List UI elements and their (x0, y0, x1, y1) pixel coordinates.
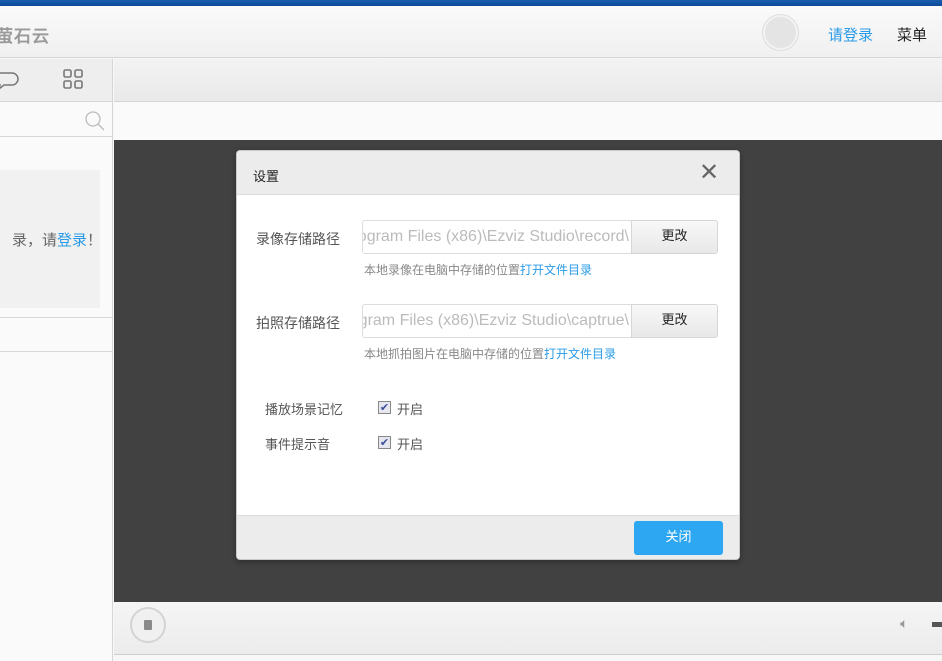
event-sound-option: 开启 (397, 438, 424, 453)
video-header-bar (114, 102, 942, 140)
stop-button[interactable] (130, 607, 166, 643)
dialog-footer: 关闭 (237, 515, 739, 559)
avatar[interactable] (763, 15, 798, 50)
scene-memory-checkbox[interactable]: ✔ (378, 401, 391, 414)
capture-open-folder-link[interactable]: 打开文件目录 (544, 347, 616, 361)
record-change-button[interactable]: 更改 (631, 220, 718, 254)
capture-change-button[interactable]: 更改 (631, 304, 718, 338)
header: 萤石云 请登录 菜单 (0, 6, 942, 58)
login-link[interactable]: 请登录 (828, 24, 873, 45)
login-notice: 录，请登录！ (0, 170, 102, 308)
event-sound-checkbox[interactable]: ✔ (378, 436, 391, 449)
menu-button[interactable]: 菜单 (897, 24, 927, 45)
record-hint: 本地录像在电脑中存储的位置 (364, 263, 521, 277)
close-icon[interactable]: ✕ (699, 160, 719, 184)
settings-dialog: 设置 ✕ 录像存储路径 ‎C:\Program Files (x86)\Ezvi… (236, 150, 740, 560)
toolbar (114, 59, 942, 102)
dialog-header: 设置 ✕ (237, 151, 739, 195)
notice-text: 录，请 (11, 231, 57, 249)
divider (0, 351, 113, 352)
dialog-title: 设置 (253, 170, 280, 185)
logo: 萤石云 (0, 27, 50, 47)
record-path-input[interactable]: ‎C:\Program Files (x86)\Ezviz Studio\rec… (362, 220, 632, 254)
record-open-folder-link[interactable]: 打开文件目录 (520, 263, 592, 277)
sidebar-tabs (0, 59, 113, 102)
notice-login-link[interactable]: 登录 (57, 231, 87, 249)
capture-hint: 本地抓拍图片在电脑中存储的位置 (364, 347, 545, 361)
search-icon[interactable] (84, 110, 106, 132)
capture-path-input[interactable]: ‎C:\Program Files (x86)\Ezviz Studio\cap… (362, 304, 632, 338)
stop-icon (144, 620, 152, 630)
scene-memory-option: 开启 (397, 403, 424, 418)
divider (0, 317, 113, 318)
search-input[interactable] (0, 102, 113, 137)
record-path-label: 录像存储路径 (256, 232, 340, 248)
chat-icon[interactable] (0, 69, 20, 93)
scene-memory-label: 播放场景记忆 (265, 403, 344, 418)
sidebar: 录，请登录！ (0, 137, 113, 661)
volume-slider[interactable] (932, 622, 942, 627)
close-button[interactable]: 关闭 (634, 521, 723, 555)
playback-controls: 🔈︎ (114, 602, 942, 655)
capture-path-label: 拍照存储路径 (256, 316, 340, 332)
grid-icon[interactable] (63, 69, 85, 91)
notice-suffix: ！ (86, 231, 102, 249)
volume-icon[interactable]: 🔈︎ (900, 616, 908, 632)
event-sound-label: 事件提示音 (265, 438, 331, 453)
